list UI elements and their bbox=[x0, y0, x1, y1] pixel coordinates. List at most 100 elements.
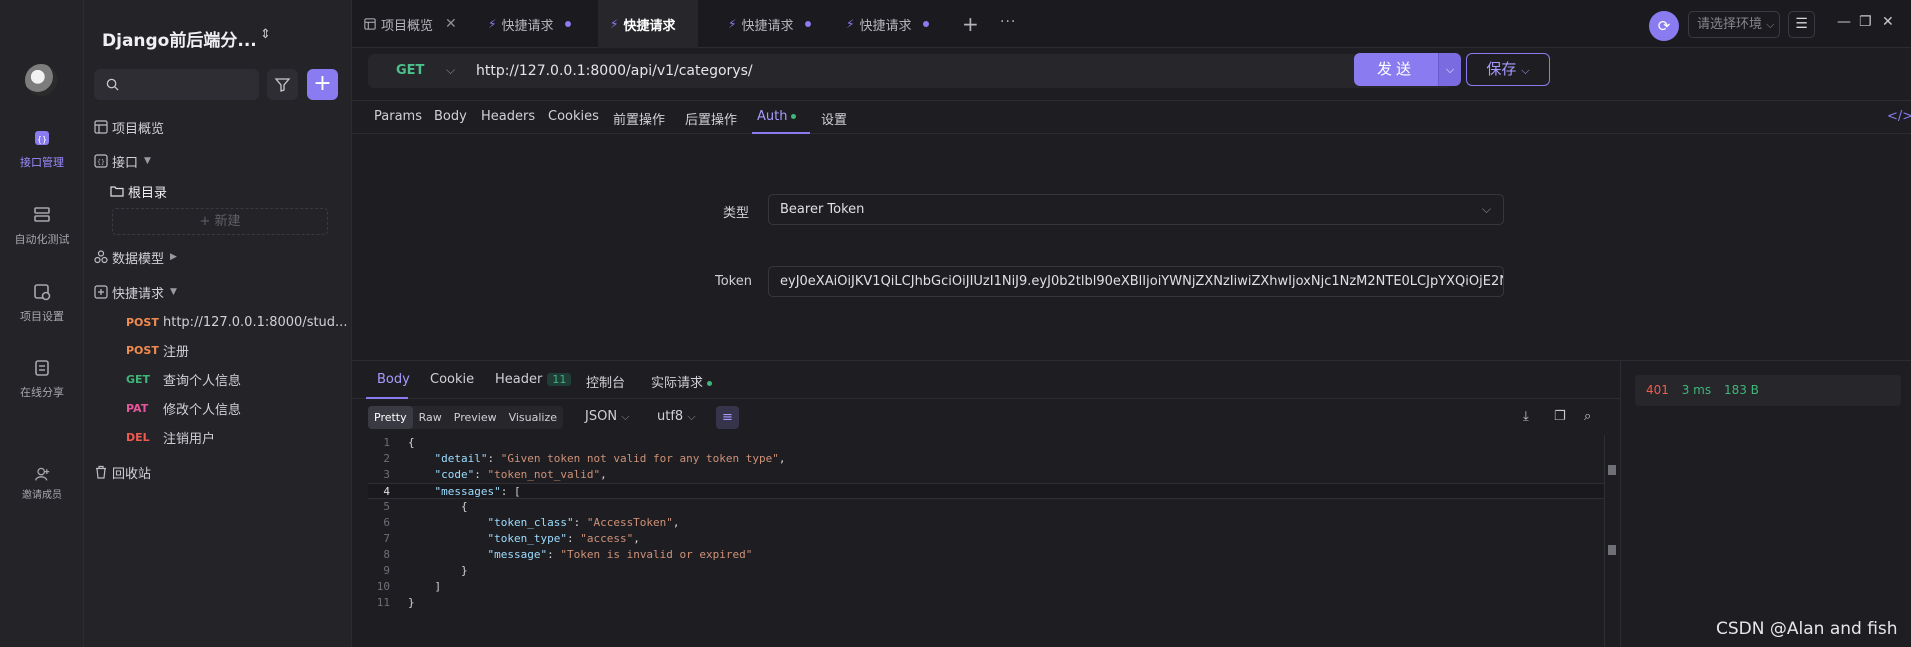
chevron-down-icon: ⌵ bbox=[687, 410, 696, 423]
tree-item-data-models[interactable]: 数据模型 ▶ bbox=[84, 245, 352, 269]
request-tabs: Params Body Headers Cookies 前置操作 后置操作 Au… bbox=[352, 100, 1911, 134]
menu-icon[interactable]: ☰ bbox=[1788, 11, 1815, 38]
close-icon[interactable]: ✕ bbox=[445, 16, 457, 32]
tree-item-recycle-bin[interactable]: 回收站 bbox=[84, 460, 352, 484]
method-select[interactable]: GET bbox=[396, 63, 424, 78]
url-input[interactable]: http://127.0.0.1:8000/api/v1/categorys/ bbox=[476, 63, 753, 79]
rail-label: 接口管理 bbox=[20, 156, 64, 169]
minimize-icon[interactable]: — bbox=[1837, 14, 1851, 30]
rail-item-api-management[interactable]: {} 接口管理 bbox=[0, 128, 84, 170]
tab-bar: 项目概览 ✕ ⚡ 快捷请求 ⚡ 快捷请求 ⚡ 快捷请求 ⚡ 快捷请求 + ···… bbox=[352, 0, 1911, 48]
response-body-viewer[interactable]: 1{ 2 "detail": "Given token not valid fo… bbox=[368, 435, 1616, 647]
download-icon[interactable]: ⤓ bbox=[1523, 409, 1529, 424]
code-text: { bbox=[408, 500, 468, 513]
format-raw[interactable]: Raw bbox=[413, 406, 448, 429]
rail-label: 项目设置 bbox=[20, 310, 64, 323]
send-button[interactable]: 发送 bbox=[1354, 53, 1438, 86]
tab-project-overview[interactable]: 项目概览 ✕ bbox=[364, 0, 457, 48]
avatar[interactable] bbox=[25, 64, 57, 96]
tab-cookies[interactable]: Cookies bbox=[548, 109, 599, 124]
response-tabs: Body Cookie Header 11 控制台 实际请求 bbox=[352, 361, 1620, 399]
tree-item-overview[interactable]: 项目概览 bbox=[84, 115, 352, 139]
response-time: 3 ms bbox=[1681, 383, 1712, 397]
tab-quick-request[interactable]: ⚡ 快捷请求 bbox=[488, 0, 572, 48]
new-tab-button[interactable]: + bbox=[962, 12, 979, 36]
tab-label: 快捷请求 bbox=[623, 18, 676, 34]
tab-response-cookie[interactable]: Cookie bbox=[430, 372, 474, 387]
tab-response-header[interactable]: Header 11 bbox=[495, 372, 572, 387]
tab-quick-request[interactable]: ⚡ 快捷请求 bbox=[846, 0, 930, 48]
request-item[interactable]: POST 注册 bbox=[84, 338, 352, 362]
tree-item-quick-requests[interactable]: 快捷请求 ▼ bbox=[84, 280, 352, 304]
line-number: 2 bbox=[383, 452, 390, 465]
tab-body[interactable]: Body bbox=[434, 109, 467, 124]
tree-item-interfaces[interactable]: {} 接口 ▼ bbox=[84, 149, 352, 173]
tab-console[interactable]: 控制台 bbox=[586, 372, 625, 391]
chevron-updown-icon[interactable]: ⇕ bbox=[260, 27, 271, 42]
code-icon[interactable]: </> bbox=[1887, 109, 1911, 124]
request-url-row: GET ⌵ http://127.0.0.1:8000/api/v1/categ… bbox=[352, 48, 1911, 98]
language-select[interactable]: JSON ⌵ bbox=[585, 409, 630, 424]
rail-item-invite-members[interactable]: 邀请成员 bbox=[0, 466, 84, 501]
environment-select[interactable]: 请选择环境 ⌵ bbox=[1688, 11, 1780, 38]
scroll-marker bbox=[1608, 465, 1616, 475]
more-tabs-button[interactable]: ··· bbox=[1000, 14, 1016, 30]
project-title[interactable]: Django前后端分... bbox=[102, 26, 257, 51]
code-text: "detail": "Given token not valid for any… bbox=[434, 452, 786, 465]
tab-quick-request[interactable]: ⚡ 快捷请求 bbox=[728, 0, 812, 48]
env-placeholder: 请选择环境 bbox=[1697, 17, 1763, 32]
encoding-value: utf8 bbox=[657, 409, 684, 424]
filter-button[interactable] bbox=[267, 69, 298, 100]
request-item[interactable]: DEL 注销用户 bbox=[84, 425, 352, 449]
rail-item-automation[interactable]: 自动化测试 bbox=[0, 205, 84, 247]
send-options-chevron-icon[interactable]: ⌵ bbox=[1438, 53, 1461, 86]
rail-item-online-share[interactable]: 在线分享 bbox=[0, 358, 84, 400]
line-number: 10 bbox=[376, 580, 390, 593]
search-icon[interactable]: ⌕ bbox=[1584, 409, 1591, 424]
tab-actual-request[interactable]: 实际请求 bbox=[651, 372, 713, 391]
line-number: 3 bbox=[383, 468, 390, 481]
code-line: 11} bbox=[368, 595, 1605, 611]
unsaved-dot bbox=[923, 21, 930, 27]
tree-label: 数据模型 bbox=[112, 251, 165, 267]
chevron-down-icon[interactable]: ⌵ bbox=[446, 63, 455, 78]
restore-icon[interactable]: ❐ bbox=[1859, 14, 1872, 30]
word-wrap-icon[interactable]: ≡ bbox=[716, 406, 739, 429]
request-item[interactable]: POST http://127.0.0.1:8000/stud... bbox=[84, 310, 352, 334]
tab-quick-request-active[interactable]: ⚡ 快捷请求 bbox=[598, 0, 698, 48]
response-size: 183 B bbox=[1723, 383, 1759, 397]
tab-post-actions[interactable]: 后置操作 bbox=[685, 109, 737, 128]
format-preview[interactable]: Preview bbox=[448, 406, 503, 429]
tab-settings[interactable]: 设置 bbox=[821, 109, 847, 128]
auth-type-value: Bearer Token bbox=[780, 202, 865, 217]
token-input[interactable]: eyJ0eXAiOiJKV1QiLCJhbGciOiJIUzI1NiJ9.eyJ… bbox=[768, 266, 1504, 297]
encoding-select[interactable]: utf8 ⌵ bbox=[657, 409, 696, 424]
overview-icon bbox=[364, 18, 376, 30]
save-label: 保存 bbox=[1486, 60, 1517, 78]
add-button[interactable]: + bbox=[307, 69, 338, 100]
request-item[interactable]: GET 查询个人信息 bbox=[84, 367, 352, 391]
close-window-icon[interactable]: ✕ bbox=[1882, 14, 1894, 30]
save-button[interactable]: 保存 ⌵ bbox=[1466, 53, 1550, 86]
request-label: 修改个人信息 bbox=[163, 402, 242, 418]
sync-icon[interactable]: ⟳ bbox=[1649, 11, 1679, 41]
search-input[interactable] bbox=[94, 69, 259, 100]
tab-params[interactable]: Params bbox=[374, 109, 422, 124]
tab-pre-actions[interactable]: 前置操作 bbox=[613, 109, 665, 128]
code-line: 9 } bbox=[368, 563, 1605, 579]
bolt-icon: ⚡ bbox=[610, 17, 619, 31]
request-item[interactable]: PAT 修改个人信息 bbox=[84, 396, 352, 420]
automation-test-icon bbox=[34, 207, 50, 222]
new-button[interactable]: + 新建 bbox=[112, 208, 328, 235]
tree-item-root-dir[interactable]: 根目录 bbox=[84, 179, 352, 203]
format-pretty[interactable]: Pretty bbox=[368, 406, 413, 429]
format-visualize[interactable]: Visualize bbox=[503, 406, 563, 429]
tab-response-body[interactable]: Body bbox=[377, 372, 410, 387]
tab-headers[interactable]: Headers bbox=[481, 109, 535, 124]
rail-item-project-settings[interactable]: 项目设置 bbox=[0, 282, 84, 324]
caret-right-icon: ▶ bbox=[170, 252, 177, 262]
tab-auth[interactable]: Auth bbox=[757, 109, 797, 124]
copy-icon[interactable]: ❐ bbox=[1554, 409, 1566, 424]
tree-label: 回收站 bbox=[112, 466, 152, 482]
auth-type-select[interactable]: Bearer Token ⌵ bbox=[768, 194, 1504, 225]
